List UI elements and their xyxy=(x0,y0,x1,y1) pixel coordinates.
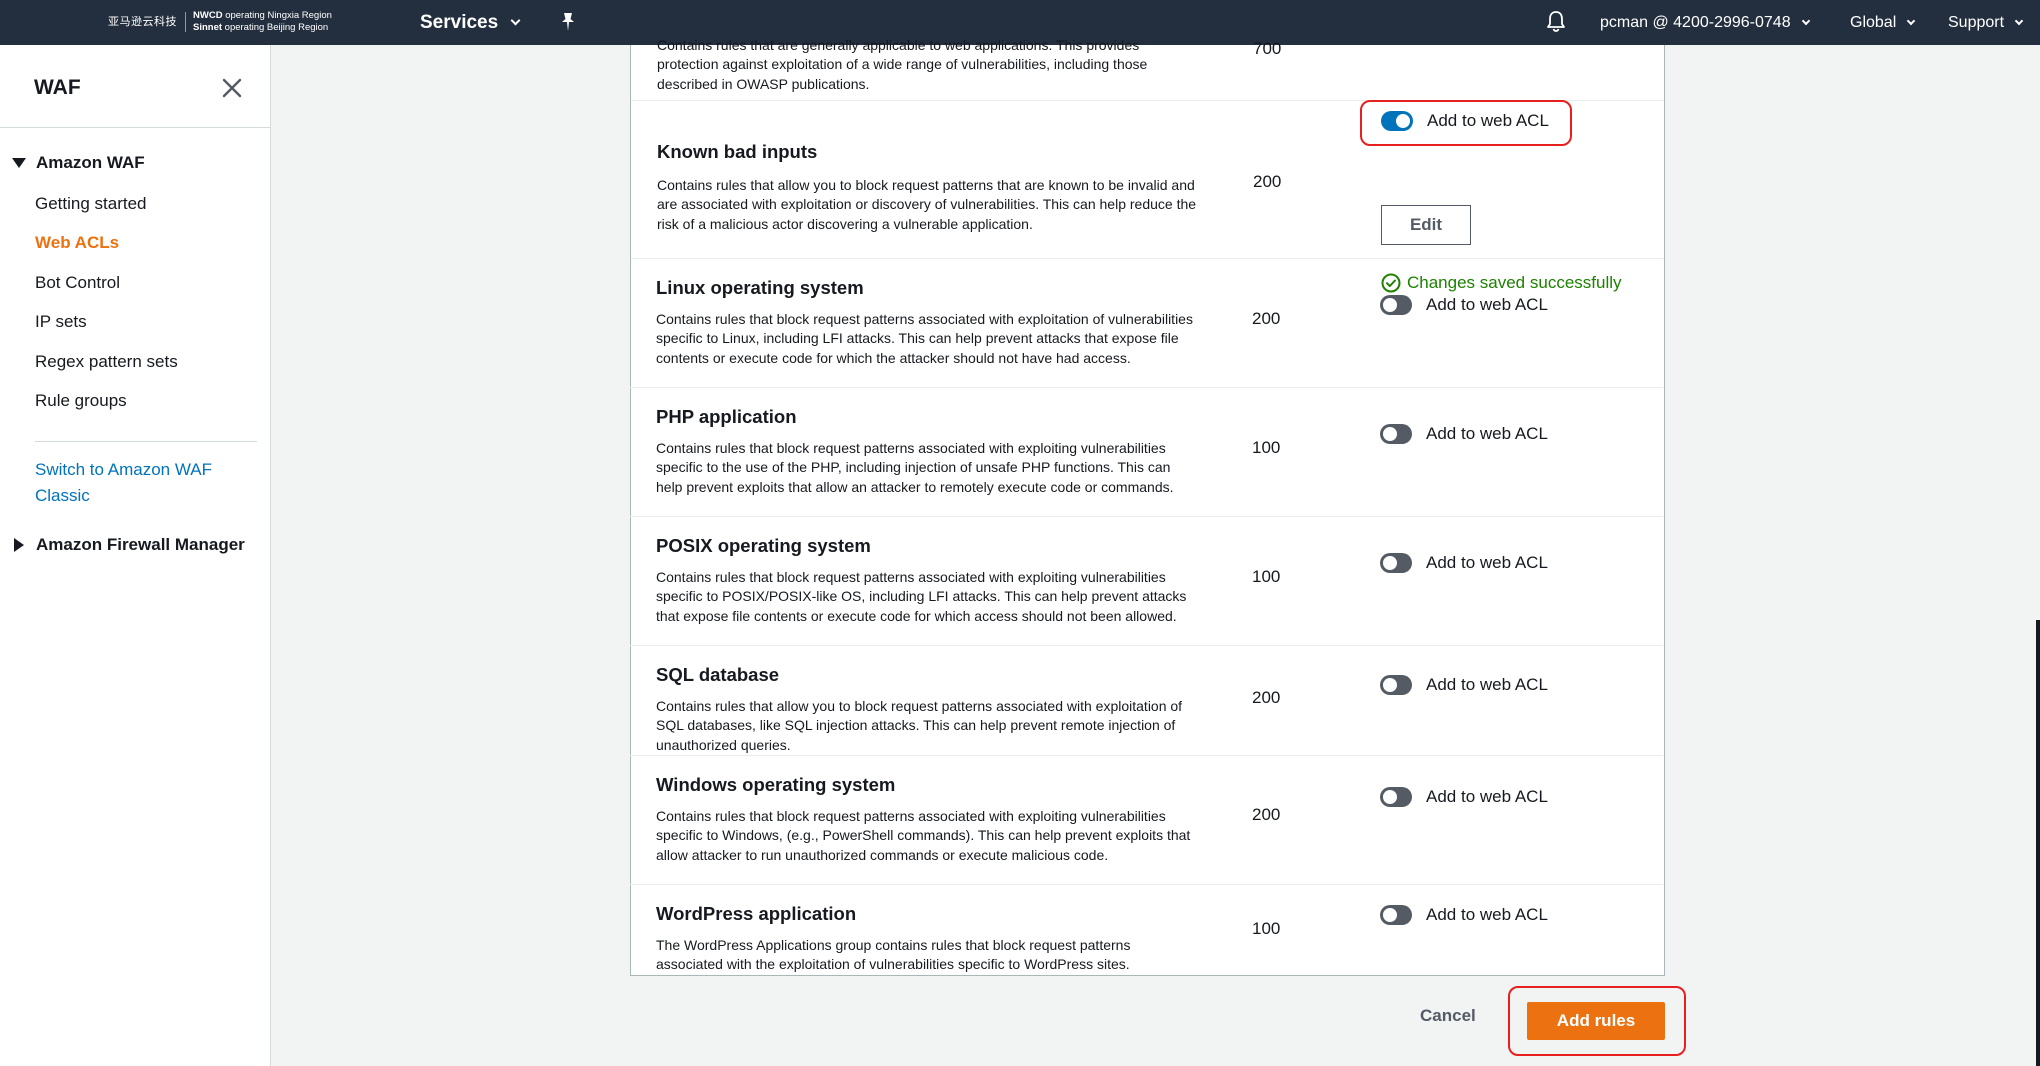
sidebar-section-firewall-manager[interactable]: Amazon Firewall Manager xyxy=(12,535,245,555)
sidebar-divider xyxy=(35,441,257,442)
rule-name: Known bad inputs xyxy=(657,141,818,162)
sidebar-item-rule-groups[interactable]: Rule groups xyxy=(35,391,127,411)
toggle-label: Add to web ACL xyxy=(1426,295,1548,314)
add-to-web-acl-toggle[interactable]: Add to web ACL xyxy=(1380,787,1548,807)
sidebar-section-label: Amazon Firewall Manager xyxy=(36,535,245,554)
close-icon[interactable] xyxy=(218,74,246,102)
sidebar: WAF Amazon WAF Getting started Web ACLs … xyxy=(0,45,271,1066)
toggle-label: Add to web ACL xyxy=(1426,787,1548,806)
rule-description: Contains rules that block request patter… xyxy=(656,440,1174,495)
cancel-button[interactable]: Cancel xyxy=(1420,1006,1476,1026)
rule-name: SQL database xyxy=(656,664,780,685)
edit-button[interactable]: Edit xyxy=(1381,205,1471,245)
brand-logo-text: 亚马逊云科技 xyxy=(108,16,177,28)
sidebar-item-regex-pattern-sets[interactable]: Regex pattern sets xyxy=(35,352,178,372)
rule-description: Contains rules that block request patter… xyxy=(656,569,1187,624)
rule-row: Contains rules that are generally applic… xyxy=(631,37,1664,101)
chevron-down-icon xyxy=(1907,16,1916,25)
chevron-down-icon xyxy=(2014,16,2024,25)
pin-icon-svg xyxy=(562,13,574,31)
add-to-web-acl-toggle[interactable]: Add to web ACL xyxy=(1381,111,1549,131)
switch-to-classic-link[interactable]: Switch to Amazon WAF Classic xyxy=(35,457,245,509)
bell-icon-svg xyxy=(1547,11,1565,32)
caret-down-icon xyxy=(12,158,26,168)
support-label: Support xyxy=(1948,13,2005,31)
rule-row: SQL database Contains rules that allow y… xyxy=(630,646,1663,756)
rule-capacity: 100 xyxy=(1252,438,1281,457)
notifications-bell-icon[interactable] xyxy=(1545,9,1567,35)
toggle-switch[interactable] xyxy=(1380,553,1412,573)
support-menu[interactable]: Support xyxy=(1948,0,2024,45)
services-label: Services xyxy=(420,11,499,33)
rule-row: POSIX operating system Contains rules th… xyxy=(630,517,1663,646)
toggle-switch[interactable] xyxy=(1380,295,1412,315)
toggle-switch[interactable] xyxy=(1381,111,1413,131)
add-rules-button[interactable]: Add rules xyxy=(1527,1002,1665,1040)
rule-row: Linux operating system Contains rules th… xyxy=(630,259,1663,388)
add-to-web-acl-toggle[interactable]: Add to web ACL xyxy=(1380,905,1548,925)
sidebar-item-ip-sets[interactable]: IP sets xyxy=(35,312,87,332)
rule-description: Contains rules that are generally applic… xyxy=(657,37,1148,92)
rule-description: Contains rules that block request patter… xyxy=(656,808,1191,863)
add-to-web-acl-toggle[interactable]: Add to web ACL xyxy=(1380,675,1548,695)
rule-name: Linux operating system xyxy=(656,277,864,298)
account-menu[interactable]: pcman @ 4200-2996-0748 xyxy=(1600,0,1810,45)
add-to-web-acl-toggle[interactable]: Add to web ACL xyxy=(1380,424,1548,444)
rule-description: Contains rules that block request patter… xyxy=(656,311,1193,366)
rule-name: PHP application xyxy=(656,406,797,427)
brand-text: NWCD operating Ningxia Region Sinnet ope… xyxy=(186,10,332,34)
scrollbar[interactable] xyxy=(2036,620,2040,1066)
rule-capacity: 100 xyxy=(1252,567,1281,586)
rule-row: PHP application Contains rules that bloc… xyxy=(630,388,1663,517)
brand-line1: operating Ningxia Region xyxy=(225,10,332,21)
rule-row-known-bad-inputs: Known bad inputs Contains rules that all… xyxy=(631,100,1664,293)
pin-icon[interactable] xyxy=(560,12,576,37)
account-label: pcman @ 4200-2996-0748 xyxy=(1600,13,1791,31)
toggle-switch[interactable] xyxy=(1380,905,1412,925)
toggle-label: Add to web ACL xyxy=(1426,424,1548,443)
rule-capacity: 700 xyxy=(1253,39,1282,58)
rule-capacity: 100 xyxy=(1252,919,1281,938)
sidebar-item-bot-control[interactable]: Bot Control xyxy=(35,273,120,293)
rule-capacity: 200 xyxy=(1253,172,1282,191)
chevron-down-icon xyxy=(1801,16,1810,25)
brand-line2-bold: Sinnet xyxy=(193,22,223,33)
sidebar-title: WAF xyxy=(34,76,81,99)
sidebar-item-getting-started[interactable]: Getting started xyxy=(35,194,147,214)
brand-logo[interactable]: 亚马逊云科技 NWCD operating Ningxia Region Sin… xyxy=(108,7,332,37)
toggle-switch[interactable] xyxy=(1380,424,1412,444)
rule-description: The WordPress Applications group contain… xyxy=(656,937,1131,973)
toggle-label: Add to web ACL xyxy=(1426,553,1548,572)
rule-capacity: 200 xyxy=(1252,688,1281,707)
brand-line2: operating Beijing Region xyxy=(224,22,329,33)
region-label: Global xyxy=(1850,13,1897,31)
toggle-switch[interactable] xyxy=(1380,787,1412,807)
services-menu[interactable]: Services xyxy=(420,0,521,45)
rule-name: POSIX operating system xyxy=(656,535,871,556)
rule-row: Windows operating system Contains rules … xyxy=(630,756,1663,885)
chevron-down-icon xyxy=(510,15,521,26)
sidebar-divider xyxy=(0,127,271,128)
toggle-label: Add to web ACL xyxy=(1426,905,1548,924)
add-to-web-acl-toggle[interactable]: Add to web ACL xyxy=(1380,295,1548,315)
rule-description: Contains rules that allow you to block r… xyxy=(657,177,1197,232)
toggle-switch[interactable] xyxy=(1380,675,1412,695)
rule-name: WordPress application xyxy=(656,903,857,924)
toggle-label: Add to web ACL xyxy=(1426,675,1548,694)
rule-description: Contains rules that allow you to block r… xyxy=(656,698,1183,753)
rule-row: WordPress application The WordPress Appl… xyxy=(630,885,1663,976)
sidebar-section-amazon-waf[interactable]: Amazon WAF xyxy=(12,153,145,173)
caret-right-icon xyxy=(14,538,24,552)
sidebar-item-web-acls[interactable]: Web ACLs xyxy=(35,233,119,253)
rule-name: Windows operating system xyxy=(656,774,896,795)
region-menu[interactable]: Global xyxy=(1850,0,1916,45)
rule-capacity: 200 xyxy=(1252,805,1281,824)
close-icon-svg xyxy=(222,78,242,98)
brand-logo-mark: 亚马逊云科技 xyxy=(108,12,186,32)
add-to-web-acl-toggle[interactable]: Add to web ACL xyxy=(1380,553,1548,573)
toggle-label: Add to web ACL xyxy=(1427,111,1549,130)
sidebar-section-label: Amazon WAF xyxy=(36,153,145,172)
rule-capacity: 200 xyxy=(1252,309,1281,328)
brand-line1-bold: NWCD xyxy=(193,10,223,21)
